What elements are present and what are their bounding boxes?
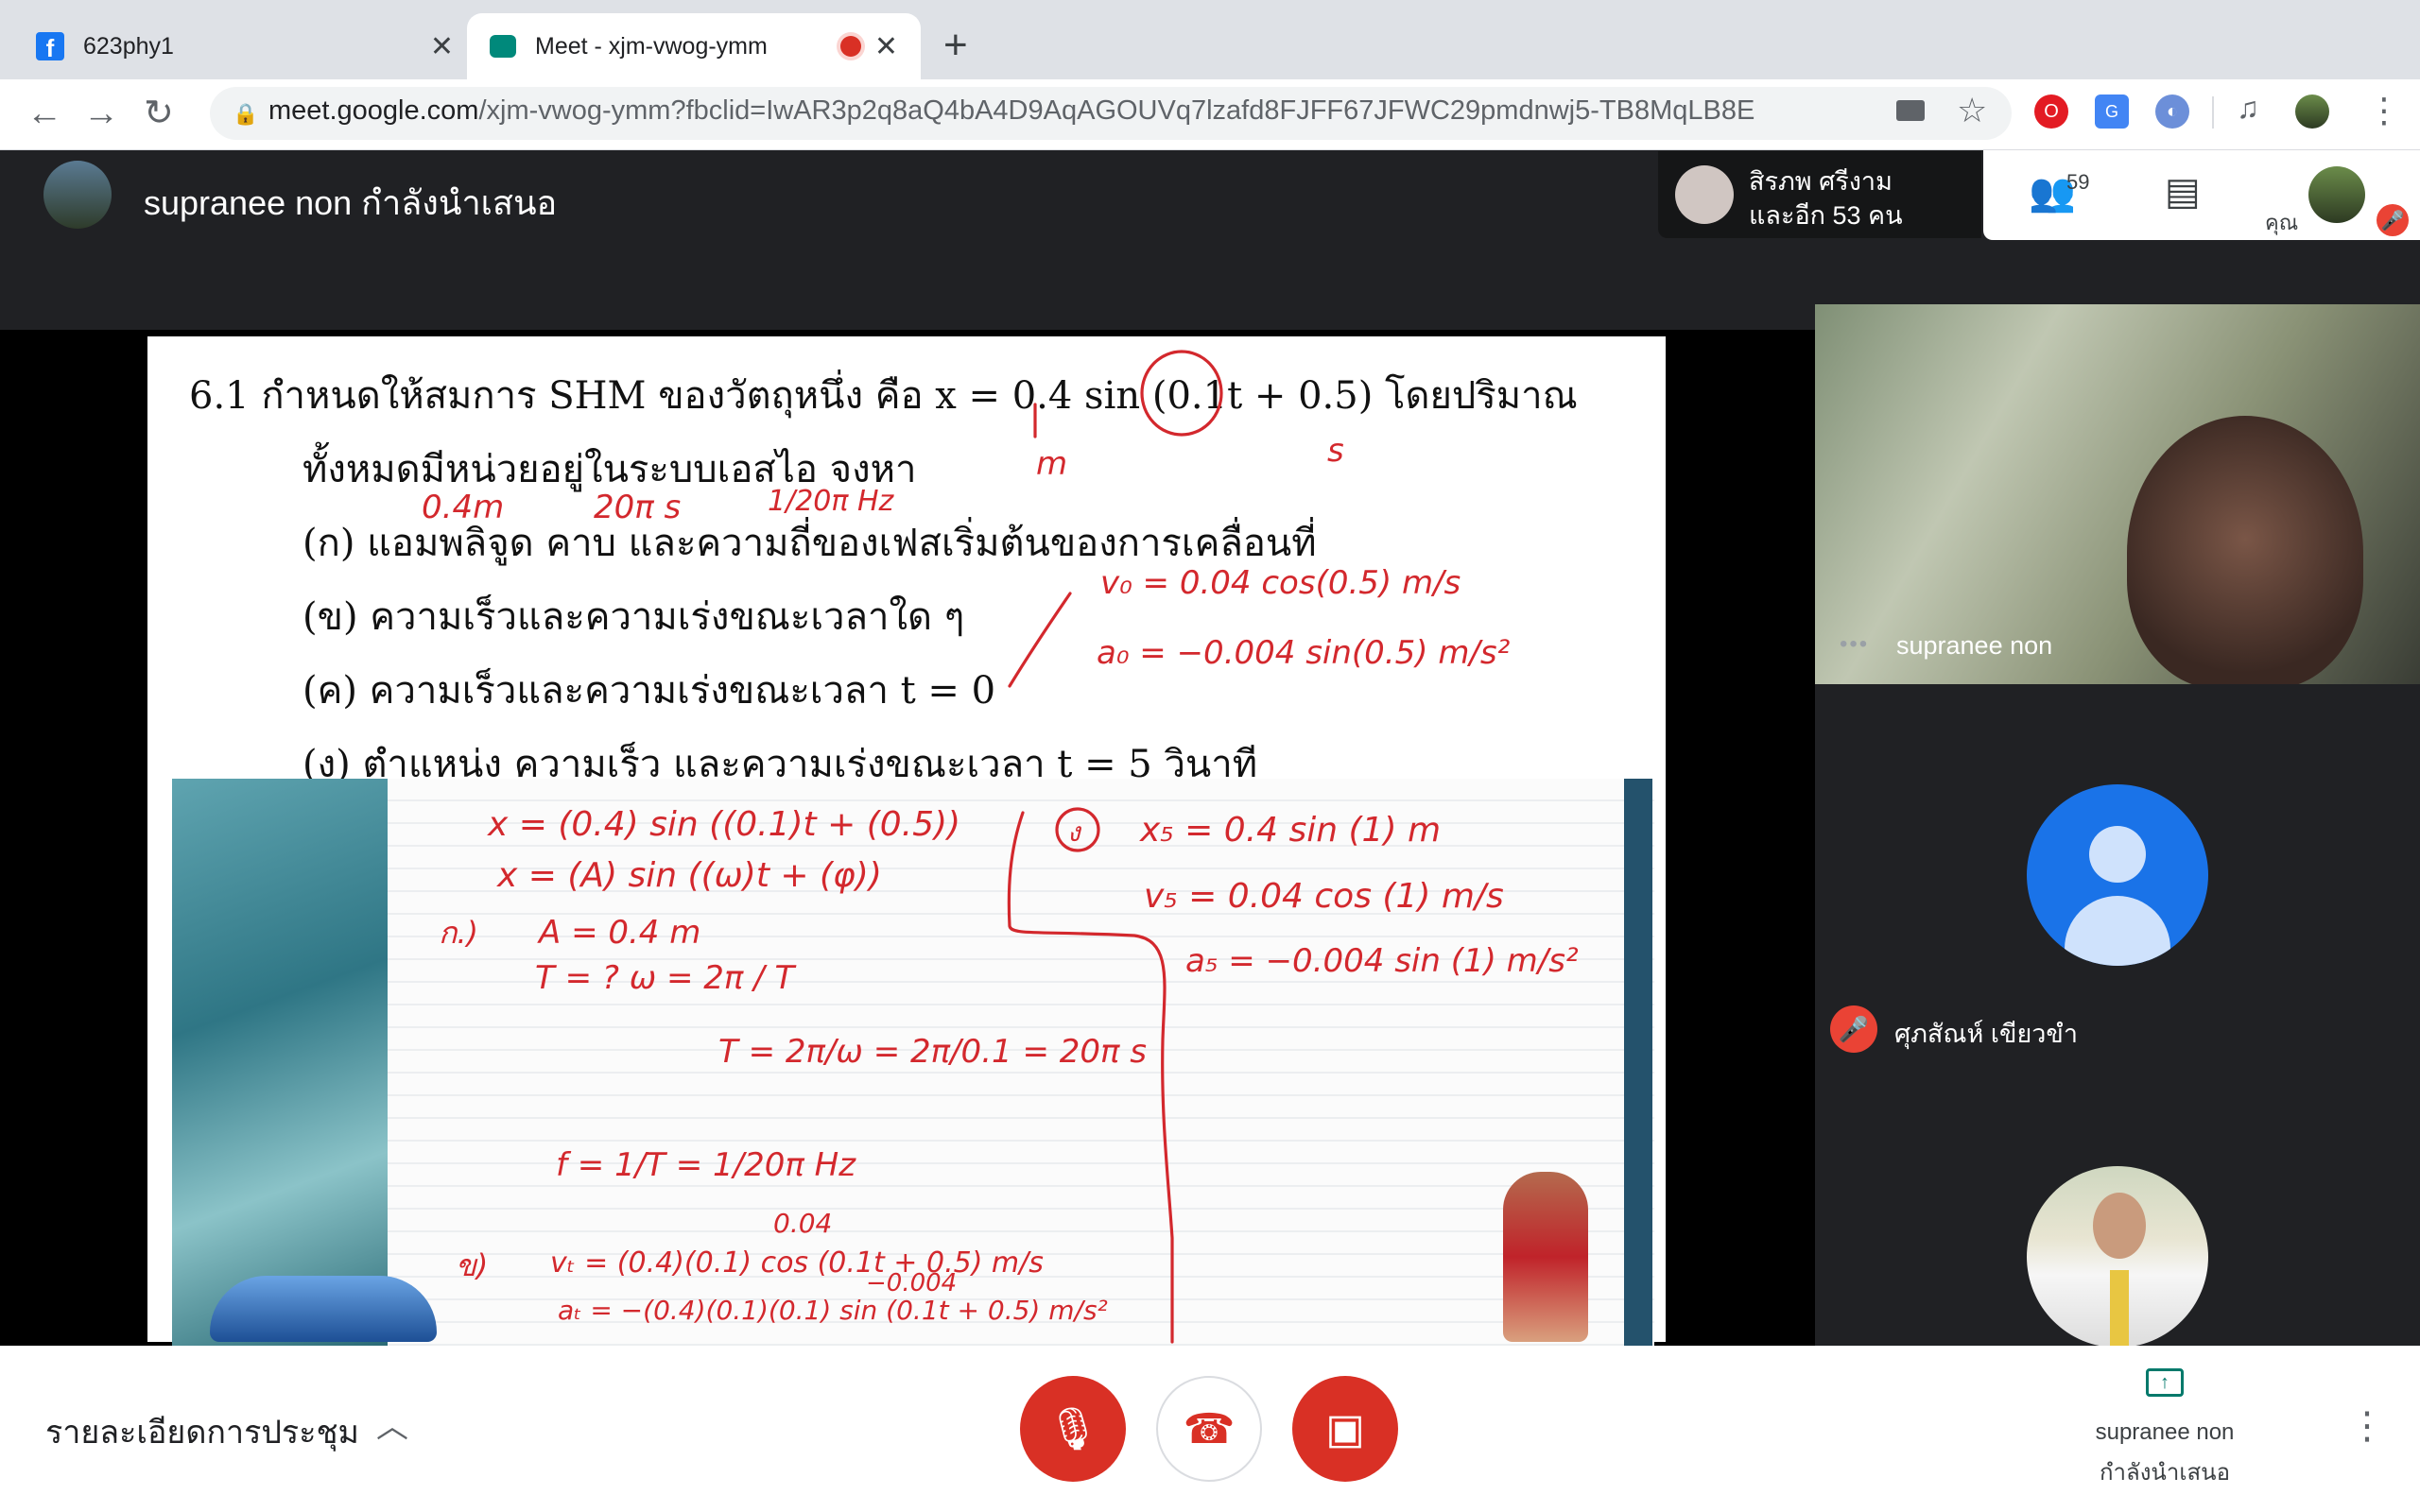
ink-circle bbox=[1140, 350, 1223, 437]
ink-period-calc: T = 2π/ω = 2π/0.1 = 20π s bbox=[718, 1033, 1147, 1071]
participant-avatar bbox=[2027, 1166, 2208, 1348]
ink-amplitude-eq: A = 0.4 m bbox=[537, 914, 700, 952]
ink-at-top: −0.004 bbox=[866, 1269, 957, 1297]
ink-part-k: ก.) bbox=[439, 915, 478, 951]
ink-part-ng: ง bbox=[1067, 816, 1082, 848]
hang-up-button[interactable]: ☎ bbox=[1156, 1376, 1262, 1482]
ink-v5: v₅ = 0.04 cos (1) m/s bbox=[1144, 877, 1504, 916]
ink-amplitude: 0.4m bbox=[422, 489, 504, 526]
ink-eq2: x = (A) sin ((ω)t + (φ)) bbox=[496, 856, 882, 895]
ink-a5: a₅ = −0.004 sin (1) m/s² bbox=[1185, 942, 1579, 980]
more-dots-icon[interactable]: ••• bbox=[1840, 631, 1869, 658]
ink-arrow bbox=[1008, 592, 1072, 688]
participant-video bbox=[2127, 416, 2363, 690]
ink-frequency: 1/20π Hz bbox=[768, 485, 895, 518]
present-screen-icon[interactable]: ↑ bbox=[2146, 1368, 2184, 1397]
ink-frequency-eq: f = 1/T = 1/20π Hz bbox=[556, 1146, 856, 1184]
default-avatar-icon bbox=[2027, 784, 2208, 966]
tile-name: ศุภสัณห์ เขียวขำ bbox=[1894, 1020, 2079, 1048]
chevron-up-icon[interactable]: ︿ bbox=[376, 1400, 408, 1447]
mic-off-icon: 🎙 bbox=[1046, 1406, 1099, 1452]
ink-period: 20π s bbox=[594, 489, 681, 526]
ink-vt-top: 0.04 bbox=[773, 1208, 832, 1239]
ink-eq1: x = (0.4) sin ((0.1)t + (0.5)) bbox=[487, 805, 960, 844]
ink-s: s bbox=[1327, 432, 1344, 470]
camera-off-icon: ▣ bbox=[1325, 1405, 1365, 1452]
camera-toggle-button[interactable]: ▣ bbox=[1292, 1376, 1398, 1482]
presenting-name[interactable]: supranee non bbox=[2083, 1419, 2246, 1446]
ink-at: aₜ = −(0.4)(0.1)(0.1) sin (0.1t + 0.5) m… bbox=[558, 1295, 1108, 1326]
ink-x5: x₅ = 0.4 sin (1) m bbox=[1139, 811, 1441, 850]
ink-m: m bbox=[1036, 445, 1067, 483]
ink-a0: a₀ = −0.004 sin(0.5) m/s² bbox=[1097, 634, 1511, 672]
meeting-details-button[interactable]: รายละเอียดการประชุม bbox=[45, 1406, 359, 1457]
mic-off-icon: 🎤 bbox=[1830, 1005, 1877, 1053]
phone-icon: ☎ bbox=[1183, 1405, 1236, 1452]
ink-v0: v₀ = 0.04 cos(0.5) m/s bbox=[1100, 564, 1461, 602]
ink-vt: vₜ = (0.4)(0.1) cos (0.1t + 0.5) m/s bbox=[550, 1246, 1044, 1280]
ink-period-eq: T = ? ω = 2π / T bbox=[535, 959, 796, 997]
mic-toggle-button[interactable]: 🎙 bbox=[1020, 1376, 1126, 1482]
more-options-icon[interactable]: ⋮ bbox=[2348, 1404, 2386, 1448]
presenting-status[interactable]: กำลังนำเสนอ bbox=[2083, 1453, 2246, 1490]
tile-name: supranee non bbox=[1896, 631, 2053, 660]
ink-part-kh: ข) bbox=[456, 1247, 488, 1283]
